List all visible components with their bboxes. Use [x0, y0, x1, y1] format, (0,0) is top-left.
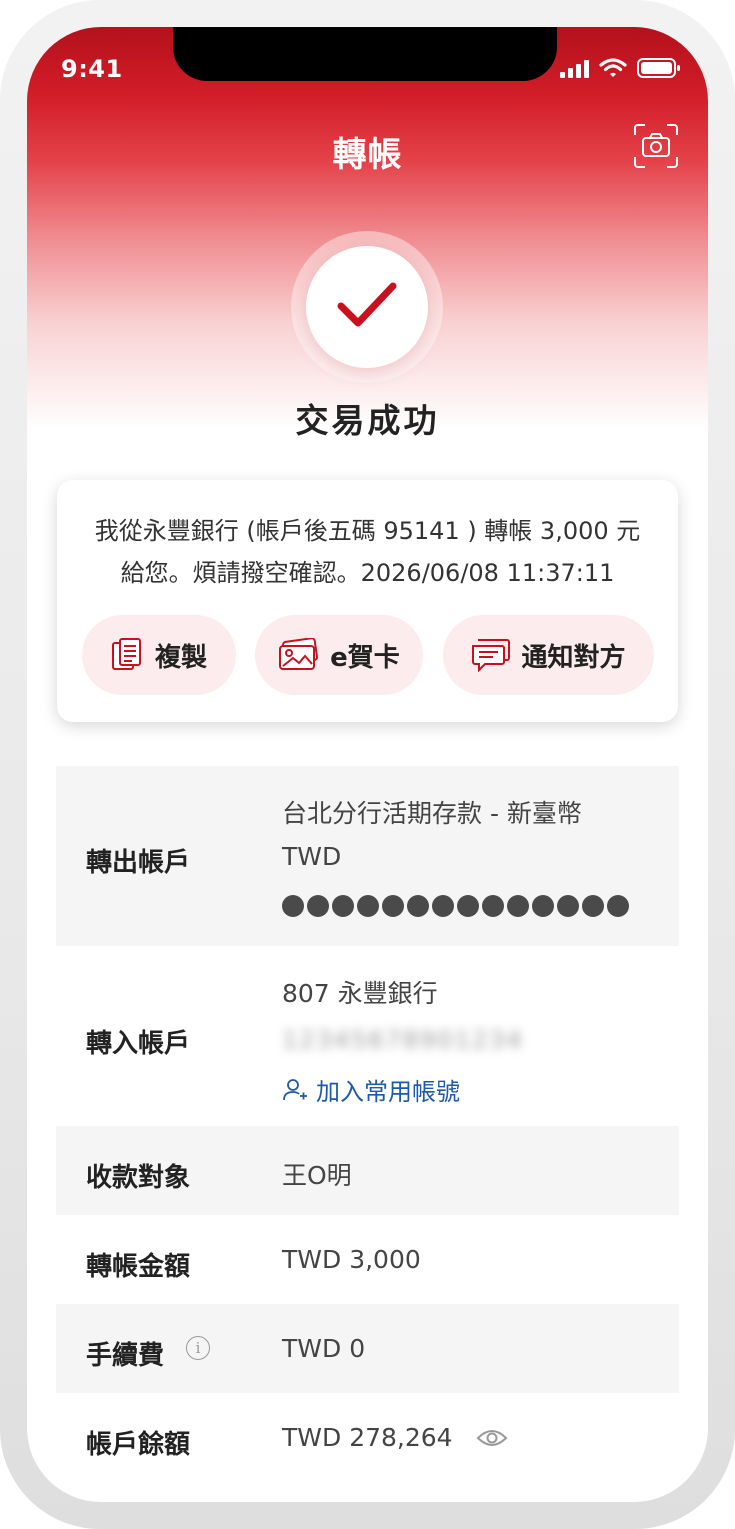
from-account-name: 台北分行活期存款 - 新臺幣 — [282, 799, 582, 828]
copy-icon — [111, 638, 141, 670]
eye-icon[interactable] — [476, 1427, 508, 1449]
payee-value: 王O明 — [282, 1161, 352, 1190]
amount-row: 轉帳金額 TWD 3,000 — [56, 1215, 679, 1304]
payee-row: 收款對象 王O明 — [56, 1126, 679, 1215]
camera-notch — [173, 27, 557, 81]
share-message-text: 我從永豐銀行 (帳戶後五碼 95141 ) 轉帳 3,000 元 給您。煩請撥空… — [67, 510, 668, 594]
transaction-result-title: 交易成功 — [295, 401, 440, 440]
balance-label: 帳戶餘額 — [86, 1430, 191, 1460]
to-account-number: 12345678901234 — [282, 1026, 524, 1054]
fee-label: 手續費 — [86, 1341, 165, 1371]
from-account-label: 轉出帳戶 — [86, 848, 191, 878]
battery-icon — [637, 58, 680, 78]
to-account-bank: 807 永豐銀行 — [282, 979, 438, 1008]
device-frame: 9:41 轉帳 交易成功 我從永豐銀行 (帳戶後五碼 95141) 轉帳 3,… — [0, 0, 735, 1529]
share-message-line-2: 給您。煩請撥空確認。2026/06/08 11:37:11 — [120, 559, 615, 587]
copy-button-label: 複製 — [154, 642, 207, 673]
checkmark-icon — [337, 282, 397, 327]
add-favorite-account-label: 加入常用帳號 — [316, 1078, 460, 1106]
greeting-card-icon — [279, 638, 319, 670]
screenshot-camera-icon[interactable] — [633, 123, 679, 169]
balance-row: 帳戶餘額 TWD 278,264 — [56, 1393, 679, 1482]
copy-button[interactable]: 複製 — [82, 615, 236, 695]
share-message-card: 我從永豐銀行 (帳戶後五碼 95141 ) 轉帳 3,000 元 給您。煩請撥空… — [57, 480, 678, 722]
info-icon[interactable]: i — [186, 1336, 210, 1360]
success-badge — [306, 246, 428, 368]
to-account-label: 轉入帳戶 — [86, 1029, 191, 1059]
phone-screen: 9:41 轉帳 交易成功 我從永豐銀行 (帳戶後五碼 95141) 轉帳 3,… — [27, 27, 708, 1502]
e-greeting-card-button[interactable]: e賀卡 — [255, 615, 423, 695]
notify-recipient-label: 通知對方 — [521, 642, 626, 673]
wifi-icon — [599, 58, 627, 77]
e-greeting-card-label: e賀卡 — [330, 642, 400, 673]
cellular-signal-icon — [560, 60, 589, 78]
page-title: 轉帳 — [332, 135, 403, 175]
share-message-line-1: 我從永豐銀行 (帳戶後五碼 95141 ) 轉帳 3,000 元 — [94, 517, 641, 545]
fee-row: 手續費 i TWD 0 — [56, 1304, 679, 1393]
add-favorite-account-button[interactable]: 加入常用帳號 — [282, 1072, 460, 1107]
status-time: 9:41 — [61, 55, 123, 83]
balance-value: TWD 278,264 — [282, 1423, 453, 1452]
amount-value: TWD 3,000 — [282, 1245, 421, 1274]
fee-value: TWD 0 — [282, 1334, 366, 1363]
add-user-icon — [283, 1078, 307, 1100]
to-account-row: 轉入帳戶 807 永豐銀行 12345678901234 加入常用帳號 — [56, 946, 679, 1126]
amount-label: 轉帳金額 — [86, 1252, 191, 1282]
masked-account-number — [282, 895, 629, 917]
payee-label: 收款對象 — [86, 1163, 191, 1193]
message-bubble-icon — [472, 639, 511, 672]
notify-recipient-button[interactable]: 通知對方 — [443, 615, 654, 695]
from-account-currency: TWD — [282, 842, 342, 871]
from-account-row: 轉出帳戶 台北分行活期存款 - 新臺幣 TWD — [56, 766, 679, 946]
